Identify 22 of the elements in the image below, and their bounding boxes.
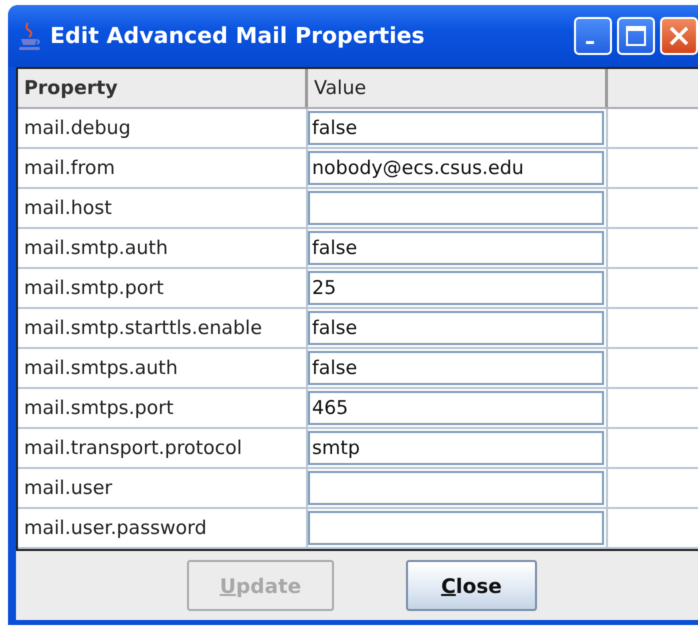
column-header[interactable]: Property <box>18 69 308 107</box>
maximize-icon <box>625 25 647 47</box>
window-title: Edit Advanced Mail Properties <box>50 24 426 48</box>
value-field[interactable] <box>308 471 604 505</box>
value-field[interactable]: smtp <box>308 431 604 465</box>
column-header[interactable]: Value <box>308 69 608 107</box>
value-field[interactable]: false <box>308 351 604 385</box>
value-field[interactable]: false <box>308 311 604 345</box>
value-field[interactable]: 465 <box>308 391 604 425</box>
value-field[interactable] <box>308 511 604 545</box>
close-button[interactable] <box>660 17 698 55</box>
maximize-button[interactable] <box>617 17 655 55</box>
value-field[interactable]: false <box>308 111 604 145</box>
value-field[interactable]: nobody@ecs.csus.edu <box>308 151 604 185</box>
value-field[interactable]: false <box>308 231 604 265</box>
value-field[interactable]: 25 <box>308 271 604 305</box>
minimize-icon <box>586 40 594 44</box>
dialog-button[interactable]: Close <box>406 560 537 611</box>
coffee-cup-icon <box>18 21 42 51</box>
minimize-button[interactable] <box>574 17 612 55</box>
close-icon <box>668 25 690 47</box>
value-field[interactable] <box>308 191 604 225</box>
